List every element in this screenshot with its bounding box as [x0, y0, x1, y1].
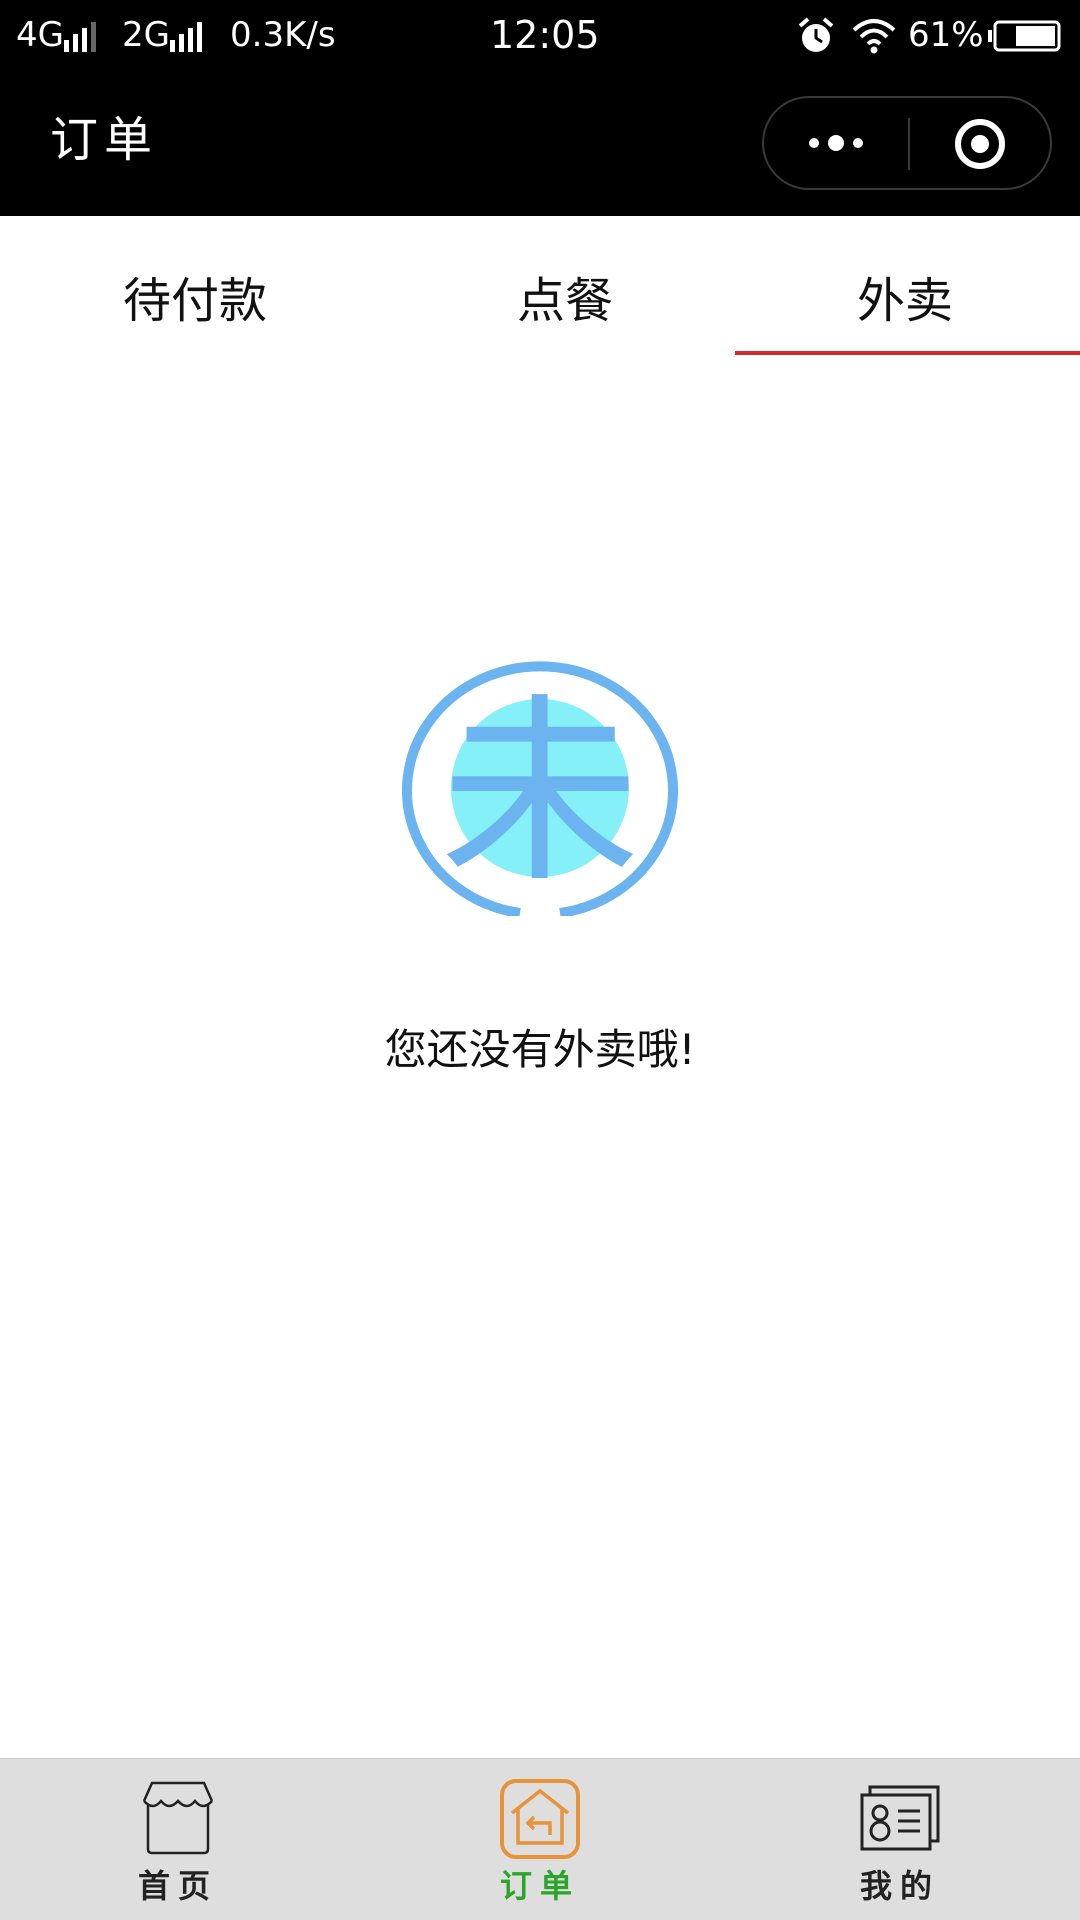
battery-percent: 61% [908, 15, 984, 55]
shop-icon [142, 1781, 214, 1855]
more-icon[interactable] [804, 128, 868, 158]
tab-pending-payment[interactable]: 待付款 [15, 216, 375, 356]
bottom-tab-home[interactable]: 首页 [78, 1759, 278, 1920]
battery-icon [988, 20, 1061, 52]
clock: 12:05 [490, 13, 600, 57]
empty-icon-glyph: 未 [440, 677, 640, 910]
signal-bars-icon [170, 22, 202, 52]
bottom-tab-home-label: 首页 [137, 1867, 218, 1905]
close-miniprogram-icon[interactable] [954, 118, 1006, 170]
capsule-divider [908, 118, 910, 170]
alarm-icon [798, 17, 834, 52]
page: 4G 2G 0.3K/s 12:05 61% 订单 待付款 点餐 外卖 未 您还… [0, 0, 1080, 1920]
bottom-tab-order-label: 订单 [499, 1867, 580, 1905]
page-title: 订单 [50, 112, 159, 168]
status-bar: 4G 2G 0.3K/s 12:05 61% [0, 0, 1080, 70]
network-type-2: 2G [122, 15, 170, 55]
network-speed: 0.3K/s [230, 15, 336, 55]
bottom-tab-bar: 首页 订单 我的 [0, 1758, 1080, 1920]
empty-order-icon: 未 [402, 661, 678, 916]
active-tab-indicator [735, 351, 1080, 355]
bottom-tab-order[interactable]: 订单 [440, 1759, 640, 1920]
bottom-tab-mine[interactable]: 我的 [800, 1759, 1000, 1920]
tab-dine-in[interactable]: 点餐 [385, 216, 745, 356]
miniprogram-capsule [762, 96, 1052, 190]
bottom-tab-mine-label: 我的 [859, 1867, 940, 1905]
network-type-1: 4G [16, 15, 64, 55]
wifi-icon [852, 19, 896, 54]
nav-bar: 订单 [0, 70, 1080, 216]
order-tabs: 待付款 点餐 外卖 [0, 216, 1080, 356]
empty-message: 您还没有外卖哦! [384, 1025, 696, 1074]
order-home-icon [500, 1779, 580, 1859]
tab-takeout[interactable]: 外卖 [725, 216, 1080, 356]
profile-card-icon [860, 1785, 940, 1851]
signal-bars-icon [64, 22, 96, 52]
